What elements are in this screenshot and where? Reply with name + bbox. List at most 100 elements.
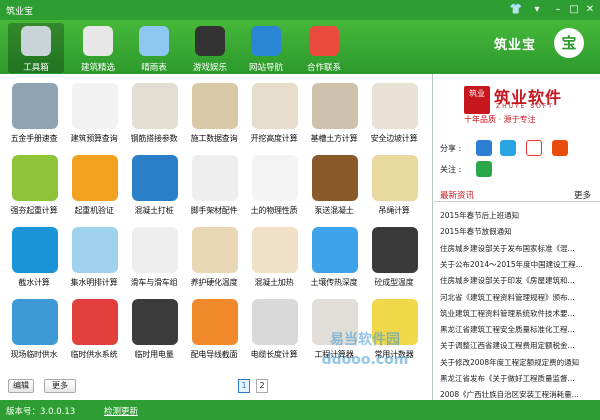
news-item[interactable]: 2008《广西壮族自治区安装工程消耗量... [440, 389, 598, 400]
menu-icon[interactable]: ▾ [529, 2, 545, 18]
news-item[interactable]: 2015年春节后上班通知 [440, 210, 598, 221]
tool-tile[interactable]: 混凝土打桩 [124, 152, 184, 224]
tool-tile[interactable]: 砼成型温度 [364, 224, 424, 296]
news-item[interactable]: 2015年春节放假通知 [440, 226, 598, 237]
nav-item-5[interactable]: 合作联系 [296, 23, 352, 73]
tool-tile[interactable]: 养护硬化温度 [184, 224, 244, 296]
cube-icon [312, 227, 358, 273]
tool-grid: 五金手册速查 建筑预算查询 钢筋搭接参数 施工数据查询 开挖高度计算 基槽土方计算 安全边坡… [4, 80, 428, 372]
follow-label: 关注 : [440, 165, 462, 174]
nav-item-label: 游戏娱乐 [192, 63, 227, 73]
nav-item-3[interactable]: 游戏娱乐 [182, 23, 238, 73]
check-update-link[interactable]: 检测更新 [104, 405, 138, 417]
tool-tile[interactable]: 配电导线截面 [184, 296, 244, 368]
tool-tile[interactable]: 电缆长度计算 [244, 296, 304, 368]
close-icon[interactable]: ✕ [582, 2, 598, 18]
news-item[interactable]: 住房城乡建设部关于发布国家标准《混... [440, 243, 598, 254]
news-item[interactable]: 河北省《建筑工程资料管理规程》颁布... [440, 292, 598, 303]
tool-label: 临时供水系统 [70, 350, 118, 359]
news-more-link[interactable]: 更多 [574, 189, 591, 201]
tencent-weibo-icon[interactable] [552, 140, 568, 156]
tools-icon [21, 26, 51, 56]
minimize-icon[interactable]: – [550, 2, 566, 18]
tool-tile[interactable]: 现场临时供水 [4, 296, 64, 368]
news-item[interactable]: 筑业建筑工程资料管理系统软件技术要... [440, 308, 598, 319]
tool-label: 工程计算器 [314, 350, 354, 359]
tool-label: 土壤传热深度 [310, 278, 358, 287]
tool-label: 混凝土加热 [254, 278, 294, 287]
tool-label: 配电导线截面 [190, 350, 238, 359]
tool-tile[interactable]: 建筑预算查询 [64, 80, 124, 152]
tool-label: 滑车与滑车组 [130, 278, 178, 287]
tool-label: 施工数据查询 [190, 134, 238, 143]
maximize-icon[interactable]: □ [566, 2, 582, 18]
tool-label: 电缆长度计算 [250, 350, 298, 359]
tool-label: 起重机验证 [74, 206, 114, 215]
tool-tile[interactable]: 强夯起重计算 [4, 152, 64, 224]
more-button[interactable]: 更多 [44, 379, 76, 393]
page-2-button[interactable]: 2 [256, 379, 268, 393]
top-navigation: 工具箱 建筑精选 晴雨表 游戏娱乐 网站导航 合作联系 筑业宝 宝 [0, 20, 600, 74]
tool-tile[interactable]: 集水明排计算 [64, 224, 124, 296]
brand-logo[interactable]: 筑业 筑业软件 ZHUYE SOFT 十年品质 · 源于专注 [464, 84, 584, 124]
tool-label: 砼成型温度 [374, 278, 414, 287]
tool-label: 临时用电量 [134, 350, 174, 359]
share-label: 分享 : [440, 144, 462, 153]
tool-tile[interactable]: 起重机验证 [64, 152, 124, 224]
tool-tile[interactable]: 施工数据查询 [184, 80, 244, 152]
nav-item-0[interactable]: 工具箱 [8, 23, 64, 73]
tool-tile[interactable]: 五金手册速查 [4, 80, 64, 152]
nav-item-1[interactable]: 建筑精选 [70, 23, 126, 73]
tool-label: 钢筋搭接参数 [130, 134, 178, 143]
tool-tile[interactable]: 基槽土方计算 [304, 80, 364, 152]
app-window: 筑业宝 👕 ▾ – □ ✕ 工具箱 建筑精选 晴雨表 游戏娱乐 网站导航 合作联系 筑业宝宝… [0, 0, 600, 420]
tool-tile[interactable]: 土壤传热深度 [304, 224, 364, 296]
tool-tile[interactable]: 泵送混凝土 [304, 152, 364, 224]
excavation-icon [312, 83, 358, 129]
title-bar[interactable]: 筑业宝 👕 ▾ – □ ✕ [0, 0, 600, 20]
tool-label: 混凝土打桩 [134, 206, 174, 215]
tool-label: 五金手册速查 [10, 134, 58, 143]
tool-tile[interactable]: 开挖高度计算 [244, 80, 304, 152]
nav-item-2[interactable]: 晴雨表 [126, 23, 182, 73]
grid-footer: 编辑 更多 1 2 [4, 377, 428, 397]
tool-tile[interactable]: 脚手架材配件 [184, 152, 244, 224]
news-item[interactable]: 黑龙江省发布《关于做好工程质量监督... [440, 373, 598, 384]
helmet-icon [72, 155, 118, 201]
thermometer-icon [192, 227, 238, 273]
shirt-icon[interactable]: 👕 [508, 2, 524, 18]
rope-icon [372, 155, 418, 201]
news-item[interactable]: 黑龙江省建筑工程安全质量标准化工程... [440, 324, 598, 335]
tool-tile[interactable]: 混凝土加热 [244, 224, 304, 296]
crane-icon [12, 155, 58, 201]
qq-space-icon[interactable] [500, 140, 516, 156]
tool-tile[interactable]: 临时供水系统 [64, 296, 124, 368]
news-item[interactable]: 住房城乡建设部关于印发《房屋建筑和... [440, 275, 598, 286]
wires-icon [192, 299, 238, 345]
tool-tile[interactable]: 工程计算器 [304, 296, 364, 368]
star-icon[interactable] [476, 140, 492, 156]
tool-tile[interactable]: 安全边坡计算 [364, 80, 424, 152]
tool-tile[interactable]: 吊绳计算 [364, 152, 424, 224]
ie-icon [251, 26, 281, 56]
news-item[interactable]: 关于修改2008年度工程定额规定费的通知 [440, 357, 598, 368]
ruler-icon [192, 83, 238, 129]
tool-tile[interactable]: 钢筋搭接参数 [124, 80, 184, 152]
tool-tile[interactable]: 临时用电量 [124, 296, 184, 368]
news-item[interactable]: 关于公布2014〜2015年度中国建设工程... [440, 259, 598, 270]
tool-label: 开挖高度计算 [250, 134, 298, 143]
nav-item-label: 网站导航 [248, 63, 283, 73]
weather-icon [139, 26, 169, 56]
tool-tile[interactable]: 滑车与滑车组 [124, 224, 184, 296]
wechat-icon[interactable] [476, 161, 492, 177]
edit-button[interactable]: 编辑 [8, 379, 34, 393]
nav-item-4[interactable]: 网站导航 [238, 23, 294, 73]
tool-tile[interactable]: 土的物理性质 [244, 152, 304, 224]
news-header: 最新资讯 更多 [434, 186, 600, 202]
page-1-button[interactable]: 1 [238, 379, 250, 393]
tool-label: 安全边坡计算 [370, 134, 418, 143]
tool-tile[interactable]: 常用计数器 [364, 296, 424, 368]
news-item[interactable]: 关于调整江西省建设工程费用定额税金... [440, 340, 598, 351]
tool-tile[interactable]: 截水计算 [4, 224, 64, 296]
weibo-icon[interactable] [526, 140, 542, 156]
